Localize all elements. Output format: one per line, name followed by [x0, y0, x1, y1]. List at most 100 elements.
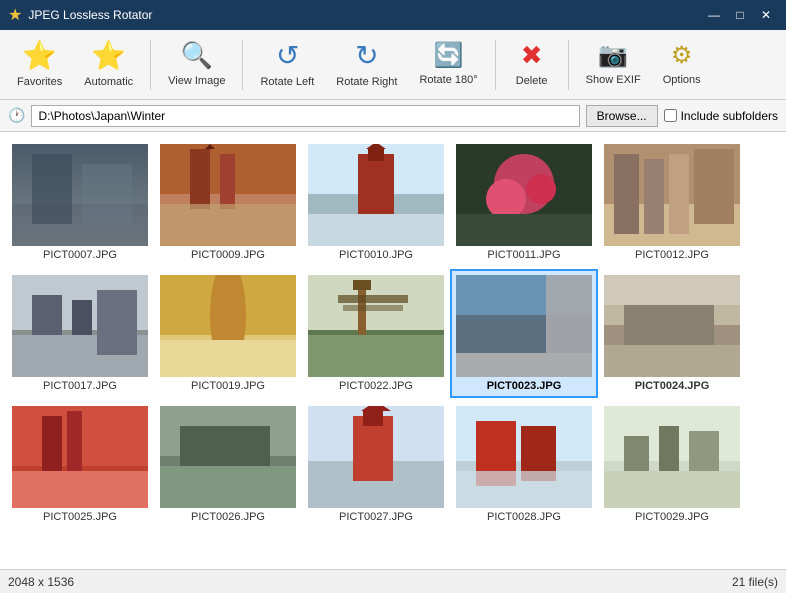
filename-pict0023: PICT0023.JPG: [487, 380, 562, 392]
subfolders-checkbox[interactable]: [664, 109, 677, 122]
thumb-svg-pict0009: [160, 144, 296, 246]
view-image-icon: 🔍: [181, 40, 213, 71]
maximize-button[interactable]: □: [728, 5, 752, 25]
status-filecount: 21 file(s): [732, 575, 778, 589]
history-icon[interactable]: 🕐: [8, 107, 25, 124]
image-cell-pict0017[interactable]: PICT0017.JPG: [6, 269, 154, 398]
filename-pict0027: PICT0027.JPG: [339, 511, 413, 523]
rotate-right-icon: ↻: [355, 39, 378, 72]
thumb-svg-pict0023: [456, 275, 592, 377]
status-bar: 2048 x 1536 21 file(s): [0, 569, 786, 593]
image-cell-pict0025[interactable]: PICT0025.JPG: [6, 400, 154, 529]
main-content: PICT0007.JPG PICT0009.JPG: [0, 132, 786, 569]
filename-pict0024: PICT0024.JPG: [635, 380, 710, 392]
title-bar: ★ JPEG Lossless Rotator — □ ✕: [0, 0, 786, 30]
thumb-svg-pict0024: [604, 275, 740, 377]
thumbnail-pict0023: [456, 275, 592, 377]
path-input[interactable]: [31, 105, 579, 127]
minimize-button[interactable]: —: [702, 5, 726, 25]
title-bar-left: ★ JPEG Lossless Rotator: [8, 5, 152, 25]
image-cell-pict0029[interactable]: PICT0029.JPG: [598, 400, 746, 529]
thumbnail-pict0007: [12, 144, 148, 246]
favorites-label: Favorites: [17, 76, 62, 89]
filename-pict0026: PICT0026.JPG: [191, 511, 265, 523]
thumbnail-pict0025: [12, 406, 148, 508]
close-button[interactable]: ✕: [754, 5, 778, 25]
subfolders-label[interactable]: Include subfolders: [664, 109, 778, 123]
thumb-svg-pict0028: [456, 406, 592, 508]
thumbnail-pict0010: [308, 144, 444, 246]
filename-pict0010: PICT0010.JPG: [339, 249, 413, 261]
rotate180-icon: 🔄: [434, 41, 464, 70]
options-button[interactable]: ⚙ Options: [654, 35, 710, 95]
thumb-svg-pict0007: [12, 144, 148, 246]
rotate180-button[interactable]: 🔄 Rotate 180°: [410, 35, 486, 95]
options-label: Options: [663, 74, 701, 87]
show-exif-button[interactable]: 📷 Show EXIF: [577, 35, 650, 95]
toolbar-divider-3: [495, 40, 496, 90]
rotate-left-label: Rotate Left: [260, 76, 314, 89]
view-image-button[interactable]: 🔍 View Image: [159, 35, 234, 95]
thumb-svg-pict0029: [604, 406, 740, 508]
thumb-svg-pict0026: [160, 406, 296, 508]
image-cell-pict0009[interactable]: PICT0009.JPG: [154, 138, 302, 267]
image-cell-pict0010[interactable]: PICT0010.JPG: [302, 138, 450, 267]
title-controls: — □ ✕: [702, 5, 778, 25]
thumbnail-pict0012: [604, 144, 740, 246]
thumbnail-pict0029: [604, 406, 740, 508]
title-text: JPEG Lossless Rotator: [28, 8, 152, 22]
toolbar: ⭐ Favorites ⭐ Automatic 🔍 View Image ↻ R…: [0, 30, 786, 100]
image-cell-pict0012[interactable]: PICT0012.JPG: [598, 138, 746, 267]
image-cell-pict0007[interactable]: PICT0007.JPG: [6, 138, 154, 267]
filename-pict0029: PICT0029.JPG: [635, 511, 709, 523]
thumb-svg-pict0022: [308, 275, 444, 377]
image-cell-pict0019[interactable]: PICT0019.JPG: [154, 269, 302, 398]
browse-button[interactable]: Browse...: [586, 105, 658, 127]
image-cell-pict0022[interactable]: PICT0022.JPG: [302, 269, 450, 398]
rotate-left-button[interactable]: ↻ Rotate Left: [251, 35, 323, 95]
delete-icon: ✖: [521, 40, 543, 71]
delete-button[interactable]: ✖ Delete: [504, 35, 560, 95]
thumb-svg-pict0012: [604, 144, 740, 246]
favorites-button[interactable]: ⭐ Favorites: [8, 35, 71, 95]
filename-pict0012: PICT0012.JPG: [635, 249, 709, 261]
rotate-left-icon: ↻: [276, 39, 299, 72]
filename-pict0009: PICT0009.JPG: [191, 249, 265, 261]
thumbnail-pict0009: [160, 144, 296, 246]
thumb-svg-pict0019: [160, 275, 296, 377]
address-bar: 🕐 Browse... Include subfolders: [0, 100, 786, 132]
delete-label: Delete: [516, 75, 548, 88]
thumbnail-pict0027: [308, 406, 444, 508]
status-dimensions: 2048 x 1536: [8, 575, 74, 589]
thumb-svg-pict0011: [456, 144, 592, 246]
rotate180-label: Rotate 180°: [419, 74, 477, 87]
thumb-svg-pict0017: [12, 275, 148, 377]
automatic-button[interactable]: ⭐ Automatic: [75, 35, 142, 95]
thumbnail-pict0028: [456, 406, 592, 508]
thumb-svg-pict0010: [308, 144, 444, 246]
automatic-label: Automatic: [84, 76, 133, 89]
thumb-svg-pict0025: [12, 406, 148, 508]
image-cell-pict0028[interactable]: PICT0028.JPG: [450, 400, 598, 529]
image-cell-pict0023[interactable]: PICT0023.JPG: [450, 269, 598, 398]
rotate-right-button[interactable]: ↻ Rotate Right: [327, 35, 406, 95]
filename-pict0019: PICT0019.JPG: [191, 380, 265, 392]
image-row-0: PICT0007.JPG PICT0009.JPG: [6, 138, 780, 267]
image-cell-pict0027[interactable]: PICT0027.JPG: [302, 400, 450, 529]
image-grid: PICT0007.JPG PICT0009.JPG: [0, 132, 786, 569]
image-row-1: PICT0017.JPG PICT0019.JPG: [6, 269, 780, 398]
filename-pict0025: PICT0025.JPG: [43, 511, 117, 523]
thumbnail-pict0024: [604, 275, 740, 377]
thumbnail-pict0019: [160, 275, 296, 377]
favorites-icon: ⭐: [22, 39, 57, 72]
image-cell-pict0024[interactable]: PICT0024.JPG: [598, 269, 746, 398]
automatic-icon: ⭐: [91, 39, 126, 72]
filename-pict0017: PICT0017.JPG: [43, 380, 117, 392]
thumbnail-pict0026: [160, 406, 296, 508]
filename-pict0007: PICT0007.JPG: [43, 249, 117, 261]
subfolders-text: Include subfolders: [681, 109, 778, 123]
image-cell-pict0011[interactable]: PICT0011.JPG: [450, 138, 598, 267]
toolbar-divider-2: [242, 40, 243, 90]
image-cell-pict0026[interactable]: PICT0026.JPG: [154, 400, 302, 529]
image-row-2: PICT0025.JPG PICT0026.JPG: [6, 400, 780, 529]
